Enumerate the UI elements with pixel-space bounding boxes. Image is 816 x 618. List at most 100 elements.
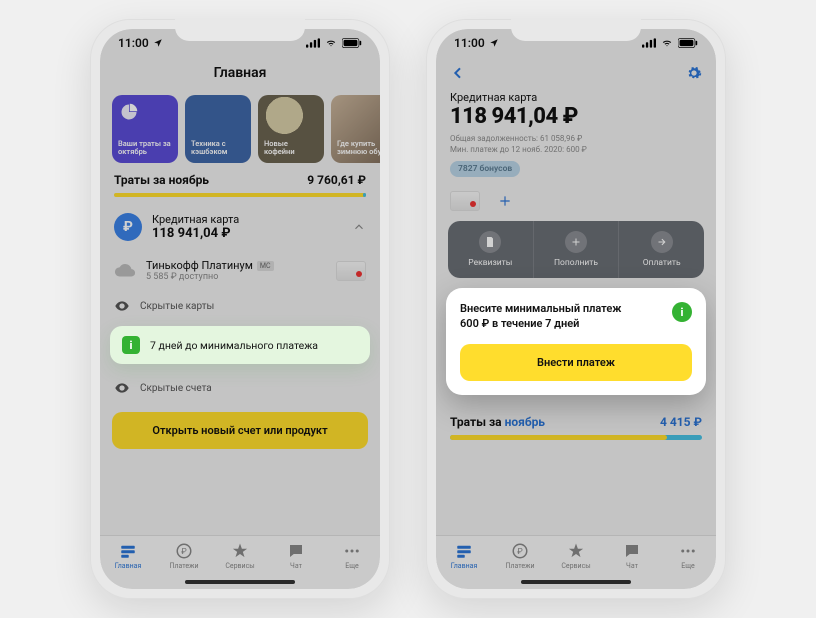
- action-topup[interactable]: Пополнить: [534, 221, 620, 278]
- signal-icon: [306, 38, 320, 48]
- account-header: Кредитная карта 118 941,04 ₽ Общая задол…: [436, 89, 716, 183]
- chevron-left-icon: [450, 65, 466, 81]
- story-card-winter[interactable]: Где купить зимнюю обувь: [331, 95, 380, 163]
- home-icon: [118, 542, 138, 560]
- min-payment-info: Мин. платеж до 12 нояб. 2020: 600 ₽: [450, 144, 702, 155]
- svg-text:₽: ₽: [181, 547, 187, 557]
- card-badge: MC: [257, 261, 274, 271]
- bonus-pill[interactable]: 7827 бонусов: [450, 161, 520, 177]
- card-thumbnail[interactable]: [450, 191, 480, 211]
- spend-summary[interactable]: Траты за ноябрь 9 760,61 ₽: [100, 173, 380, 193]
- pie-icon: [120, 103, 138, 121]
- battery-icon: [342, 38, 362, 48]
- min-payment-notice[interactable]: i 7 дней до минимального платежа: [110, 326, 370, 364]
- star-icon: [230, 542, 250, 560]
- eye-icon: [114, 298, 130, 314]
- page-title: Главная: [214, 65, 267, 81]
- phone-left: 11:00 Главная Ваши траты за октябрь: [90, 19, 390, 599]
- eye-icon: [114, 380, 130, 396]
- tab-home[interactable]: Главная: [438, 542, 490, 570]
- credit-label: Кредитная карта: [152, 213, 342, 226]
- spend-month: ноябрь: [505, 415, 545, 429]
- info-icon: i: [122, 336, 140, 354]
- credit-card-row[interactable]: ₽ Кредитная карта 118 941,04 ₽: [100, 203, 380, 251]
- story-card-cashback[interactable]: Техника с кэшбэком: [185, 95, 251, 163]
- story-card-coffee[interactable]: Новые кофейни: [258, 95, 324, 163]
- platinum-row[interactable]: Тинькофф Платинум MC 5 585 ₽ доступно: [100, 251, 380, 290]
- tab-payments[interactable]: ₽ Платежи: [158, 542, 210, 570]
- signal-icon: [642, 38, 656, 48]
- tab-chat[interactable]: Чат: [606, 542, 658, 570]
- battery-icon: [678, 38, 698, 48]
- total-debt: Общая задолженность: 61 058,96 ₽: [450, 133, 702, 144]
- more-icon: [678, 542, 698, 560]
- notch: [175, 19, 305, 41]
- home-icon: [454, 542, 474, 560]
- spend-bar: [114, 193, 366, 197]
- popup-line1: Внесите минимальный платеж: [460, 302, 662, 317]
- plus-circle-icon: [570, 236, 582, 248]
- plus-icon: [498, 194, 512, 208]
- tab-services[interactable]: Сервисы: [214, 542, 266, 570]
- spend-label: Траты за ноябрь: [114, 173, 209, 187]
- notice-text: 7 дней до минимального платежа: [150, 339, 318, 352]
- chat-icon: [622, 542, 642, 560]
- action-requisites[interactable]: Реквизиты: [448, 221, 534, 278]
- ruble-icon: ₽: [114, 213, 142, 241]
- svg-text:₽: ₽: [517, 547, 523, 557]
- home-indicator: [521, 580, 631, 584]
- tab-more[interactable]: Еще: [662, 542, 714, 570]
- payment-popup: i Внесите минимальный платеж 600 ₽ в теч…: [446, 288, 706, 395]
- tab-payments[interactable]: ₽ Платежи: [494, 542, 546, 570]
- notch: [511, 19, 641, 41]
- status-time: 11:00: [118, 36, 149, 50]
- spend-bar: [450, 435, 702, 440]
- platinum-avail: 5 585 ₽ доступно: [146, 272, 326, 282]
- phone-right: 11:00 Кредитная карта 118: [426, 19, 726, 599]
- location-icon: [489, 38, 499, 48]
- home-indicator: [185, 580, 295, 584]
- chevron-up-icon: [352, 220, 366, 234]
- platinum-name: Тинькофф Платинум: [146, 259, 253, 272]
- spend-amount: 9 760,61 ₽: [307, 173, 366, 187]
- tab-more[interactable]: Еще: [326, 542, 378, 570]
- ruble-circle-icon: ₽: [510, 542, 530, 560]
- wifi-icon: [324, 38, 338, 48]
- cards-mini-row: [436, 183, 716, 221]
- stories-strip[interactable]: Ваши траты за октябрь Техника с кэшбэком…: [100, 89, 380, 173]
- credit-amount: 118 941,04 ₽: [152, 226, 342, 241]
- add-card-button[interactable]: [490, 191, 520, 211]
- spend-row[interactable]: Траты за ноябрь 4 415 ₽: [436, 405, 716, 433]
- cloud-icon: [114, 260, 136, 282]
- account-label: Кредитная карта: [450, 91, 702, 104]
- tab-chat[interactable]: Чат: [270, 542, 322, 570]
- star-icon: [566, 542, 586, 560]
- status-time: 11:00: [454, 36, 485, 50]
- popup-line2: 600 ₽ в течение 7 дней: [460, 317, 662, 332]
- header: [436, 57, 716, 89]
- gear-icon: [686, 65, 702, 81]
- tab-services[interactable]: Сервисы: [550, 542, 602, 570]
- document-icon: [484, 236, 496, 248]
- settings-button[interactable]: [686, 65, 702, 81]
- story-card-spend[interactable]: Ваши траты за октябрь: [112, 95, 178, 163]
- actions-row: Реквизиты Пополнить Оплатить: [448, 221, 704, 278]
- arrow-right-icon: [656, 236, 668, 248]
- open-product-button[interactable]: Открыть новый счет или продукт: [112, 412, 368, 449]
- screen-b: 11:00 Кредитная карта 118: [436, 29, 716, 589]
- back-button[interactable]: [450, 65, 466, 81]
- spend-amount: 4 415 ₽: [660, 415, 702, 429]
- action-pay[interactable]: Оплатить: [619, 221, 704, 278]
- wifi-icon: [660, 38, 674, 48]
- hidden-accounts-row[interactable]: Скрытые счета: [100, 372, 380, 404]
- location-icon: [153, 38, 163, 48]
- screen-a: 11:00 Главная Ваши траты за октябрь: [100, 29, 380, 589]
- account-balance: 118 941,04 ₽: [450, 104, 702, 129]
- tab-home[interactable]: Главная: [102, 542, 154, 570]
- hidden-cards-row[interactable]: Скрытые карты: [100, 290, 380, 322]
- chat-icon: [286, 542, 306, 560]
- make-payment-button[interactable]: Внести платеж: [460, 344, 692, 381]
- ruble-circle-icon: ₽: [174, 542, 194, 560]
- card-thumbnail: [336, 261, 366, 281]
- more-icon: [342, 542, 362, 560]
